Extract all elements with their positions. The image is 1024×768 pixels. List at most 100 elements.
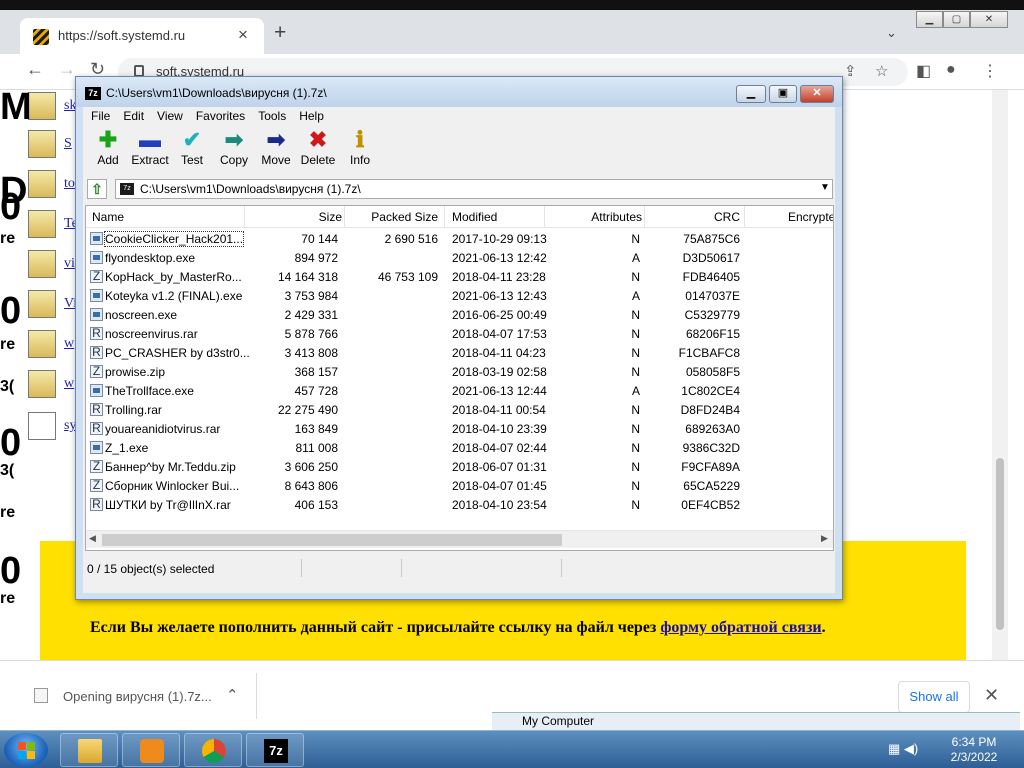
back-icon[interactable]: ← [26,59,44,80]
table-row[interactable]: Zprowise.zip 368 157 2018-03-19 02:58 N 0580… [86,363,833,382]
menu-help[interactable]: Help [299,107,324,125]
file-attr: A [631,289,640,303]
program-thumbnail-icon[interactable] [28,412,56,440]
program-thumbnail-icon[interactable] [28,250,56,278]
exe-file-icon [90,308,103,321]
add-button[interactable]: ✚ Add [85,127,131,167]
column-header-attributes[interactable]: Attributes [546,210,642,224]
side-link[interactable]: w [64,376,74,392]
file-name: Баннер^by Mr.Teddu.zip [105,460,236,474]
menu-favorites[interactable]: Favorites [196,107,245,125]
column-header-encrypte[interactable]: Encrypte [788,210,833,224]
table-row[interactable]: Z Баннер^by Mr.Teddu.zip 3 606 250 2018-06-… [86,458,833,477]
menu-edit[interactable]: Edit [123,107,144,125]
extract-button[interactable]: ▬ Extract [127,127,173,167]
copy-button[interactable]: ➡ Copy [211,127,257,167]
table-row[interactable]: R PC_CRASHER by d3str0... 3 413 808 2018-04… [86,344,833,363]
browser-tab[interactable]: https://soft.systemd.ru × [20,18,264,54]
dropdown-arrow-icon[interactable]: ▼ [820,182,830,193]
menu-tools[interactable]: Tools [258,107,286,125]
program-thumbnail-icon[interactable] [28,170,56,198]
side-panel-icon[interactable]: ◧ [916,61,931,81]
column-header-packed-size[interactable]: Packed Size [346,210,438,224]
sevenzip-close-button[interactable]: ✕ [800,85,834,103]
program-thumbnail-icon[interactable] [28,210,56,238]
program-thumbnail-icon[interactable] [28,330,56,358]
file-list[interactable]: Name Size Packed Size Modified Attributes CRC… [85,205,834,551]
sevenzip-maximize-button[interactable]: ▣ [769,85,797,103]
table-row[interactable]: TheTrollface.exe 457 728 2021-06-13 12:44 A… [86,382,833,401]
table-row[interactable]: Rnoscreenvirus.rar 5 878 766 2018-04-07 17… [86,325,833,344]
column-header-name[interactable]: Name [92,210,242,224]
move-button[interactable]: ➡ Move [253,127,299,167]
folder-up-icon[interactable]: ⇧ [87,179,107,199]
menu-file[interactable]: File [91,107,110,125]
taskbar-sevenzip[interactable]: 7z [246,733,304,767]
table-row[interactable]: Z_1.exe 811 008 2018-04-07 02:44 N 9386C32D [86,439,833,458]
forward-icon[interactable]: → [58,59,76,80]
scroll-right-icon[interactable]: ▶ [821,533,828,544]
taskbar-explorer[interactable] [60,733,118,767]
test-button[interactable]: ✔ Test [169,127,215,167]
page-scrollbar[interactable] [992,90,1008,660]
program-thumbnail-icon[interactable] [28,290,56,318]
tab-close-icon[interactable]: × [238,25,248,45]
toolbar-label: Info [349,153,370,167]
close-download-bar-icon[interactable]: ✕ [984,685,999,706]
table-row[interactable]: Z KopHack_by_MasterRo... 14 164 318 46 753 … [86,268,833,287]
program-thumbnail-icon[interactable] [28,92,56,120]
rar-file-icon: R [90,346,103,359]
show-all-button[interactable]: Show all [898,681,970,713]
bookmark-star-icon[interactable]: ☆ [875,62,888,80]
zip-file-icon: Z [90,270,103,283]
tray-network-volume-icons[interactable]: ▦ ◀) [888,741,918,757]
delete-button[interactable]: ✖ Delete [295,127,341,167]
sevenzip-minimize-button[interactable]: ▁ [736,85,766,103]
feedback-form-link[interactable]: форму обратной связи [660,619,821,636]
table-row[interactable]: R ШУТКИ by Tr@IlInX.rar 406 153 2018-04-10 … [86,496,833,515]
start-button-icon[interactable] [4,733,48,767]
table-row[interactable]: flyondesktop.exe 894 972 2021-06-13 12:42 A… [86,249,833,268]
table-row[interactable]: Ryouareanidiotvirus.rar 163 849 2018-04-10… [86,420,833,439]
browser-window-controls: ▁ ▢ ✕ [916,11,1008,29]
side-link[interactable]: vi [64,256,75,272]
share-icon[interactable]: ⇪ [844,62,857,80]
maximize-button[interactable]: ▢ [943,11,970,28]
taskbar-media-player[interactable] [122,733,180,767]
minimize-button[interactable]: ▁ [916,11,943,28]
table-row[interactable]: Z Сборник Winlocker Bui... 8 643 806 2018-0… [86,477,833,496]
table-row[interactable]: noscreen.exe 2 429 331 2016-06-25 00:49 N C5… [86,306,833,325]
column-header-size[interactable]: Size [246,210,342,224]
my-computer-window[interactable]: My Computer [492,712,1020,730]
taskbar-chrome[interactable] [184,733,242,767]
path-combobox[interactable]: 7z C:\Users\vm1\Downloads\вирусня (1).7z… [115,179,833,199]
tab-search-chevron-icon[interactable]: ⌄ [886,25,897,41]
page-heading-fragment: 0 [0,422,22,464]
side-link[interactable]: to [64,176,75,192]
menu-kebab-icon[interactable]: ⋮ [982,61,998,81]
new-tab-button[interactable]: + [274,22,286,43]
program-thumbnail-icon[interactable] [28,130,56,158]
program-thumbnail-icon[interactable] [28,370,56,398]
column-header-crc[interactable]: CRC [646,210,740,224]
side-link[interactable]: S [64,136,72,152]
table-row[interactable]: CookieClicker_Hack201... 70 144 2 690 516 2… [86,230,833,249]
side-link[interactable]: w [64,336,74,352]
column-header-modified[interactable]: Modified [452,210,542,224]
download-item-text[interactable]: Opening вирусня (1).7z... [63,689,212,704]
table-row[interactable]: Koteyka v1.2 (FINAL).exe 3 753 984 2021-06… [86,287,833,306]
table-row[interactable]: R Trolling.rar 22 275 490 2018-04-11 00:54 N… [86,401,833,420]
horizontal-scrollbar[interactable]: ◀ ▶ [86,530,833,548]
info-button[interactable]: ℹ Info [337,127,383,167]
scroll-left-icon[interactable]: ◀ [89,533,96,544]
file-attr: N [631,460,640,474]
profile-avatar-icon[interactable]: ● [946,61,956,79]
close-button[interactable]: ✕ [970,11,1008,28]
page-scroll-thumb[interactable] [996,458,1004,630]
sevenzip-titlebar[interactable]: 7z C:\Users\vm1\Downloads\вирусня (1).7z… [76,77,842,107]
page-heading-fragment: re [0,590,16,607]
horizontal-scroll-thumb[interactable] [102,534,562,546]
menu-view[interactable]: View [157,107,183,125]
chevron-up-icon[interactable]: ⌃ [226,686,239,704]
taskbar-clock[interactable]: 6:34 PM 2/3/2022 [936,735,1012,765]
